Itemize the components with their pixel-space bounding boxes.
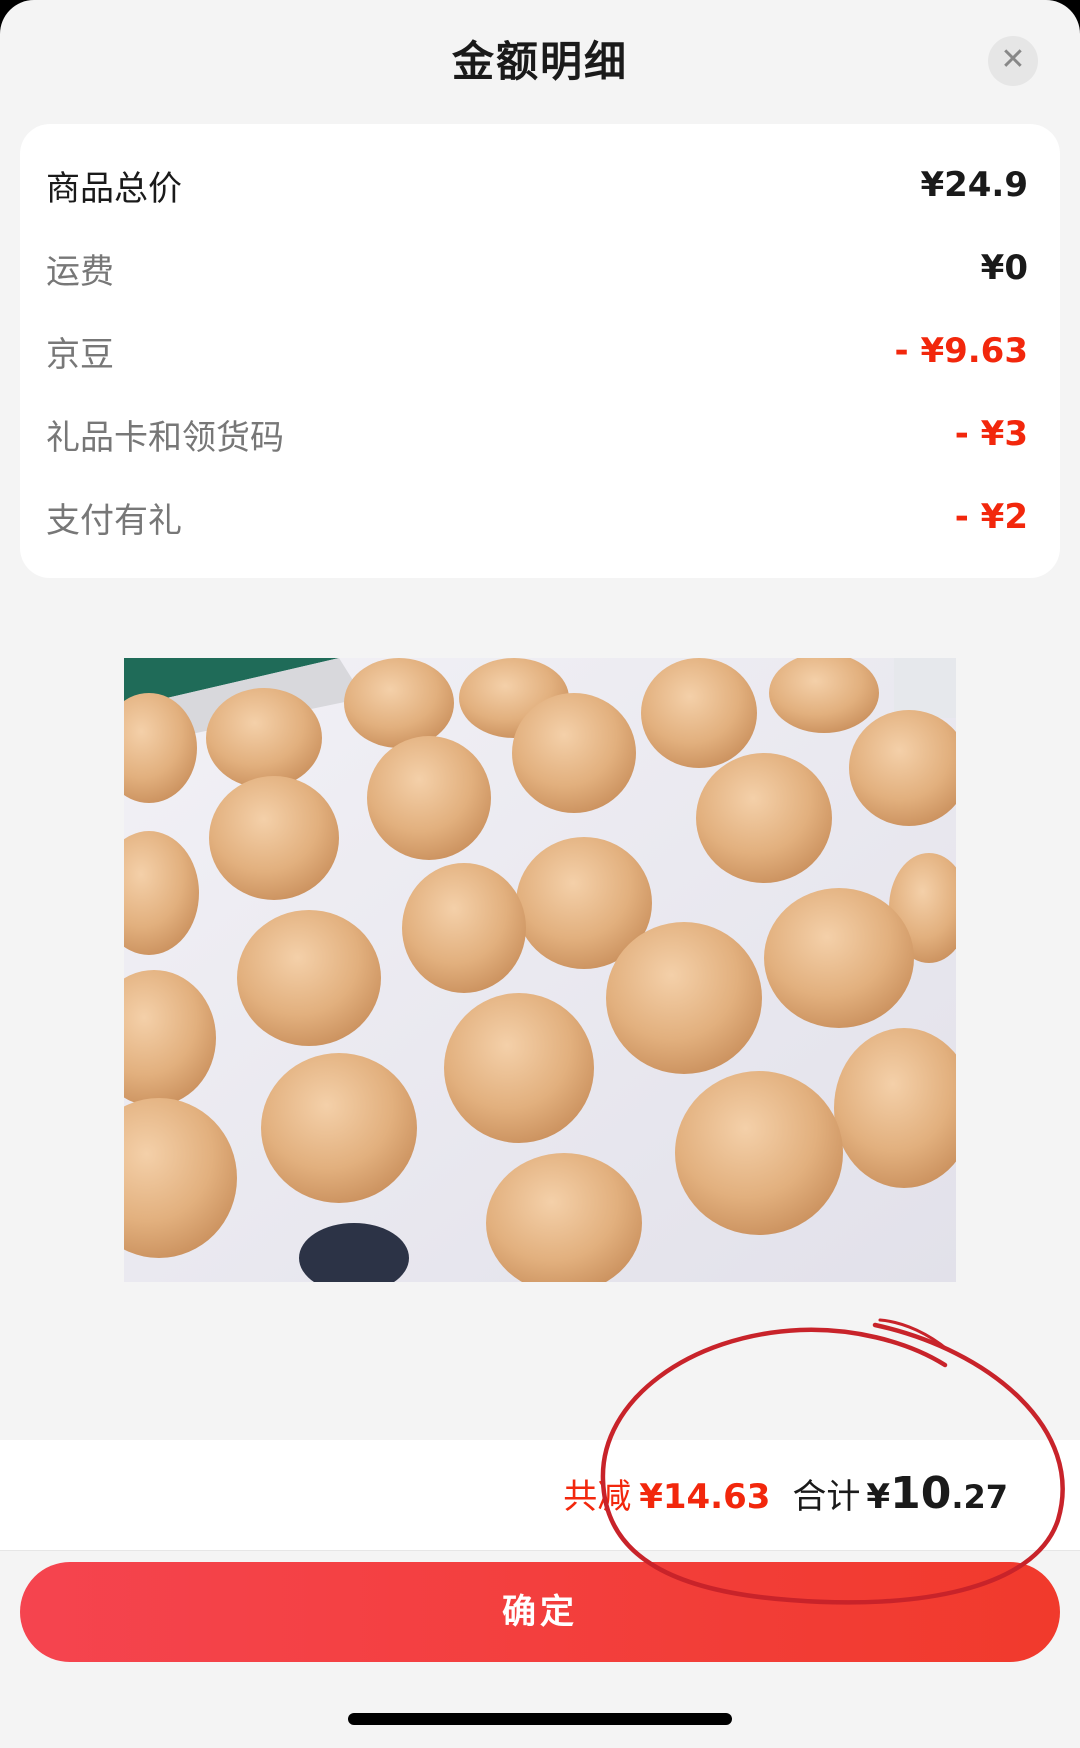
breakdown-label: 运费: [46, 251, 114, 292]
dialog-title: 金额明细: [451, 37, 628, 86]
summary-bar: 共减 ¥14.63 合计 ¥ 10 .27: [0, 1440, 1080, 1551]
amount-detail-sheet: 金额明细 ✕ 商品总价 ¥24.9 运费 ¥0 京豆 - ¥9.63 礼品卡和领…: [0, 0, 1080, 1748]
breakdown-amount: - ¥3: [954, 414, 1028, 454]
total-saved-amount: ¥14.63: [639, 1477, 771, 1517]
total-amount-integer: 10: [890, 1468, 952, 1519]
price-summary: 共减 ¥14.63 合计 ¥ 10 .27: [563, 1468, 1008, 1519]
breakdown-label: 京豆: [46, 334, 114, 375]
total-label: 合计: [792, 1477, 861, 1517]
breakdown-label: 支付有礼: [46, 500, 182, 541]
breakdown-label: 商品总价: [46, 168, 182, 209]
breakdown-row-shipping: 运费 ¥0: [46, 243, 1028, 293]
breakdown-label: 礼品卡和领货码: [46, 417, 284, 458]
home-indicator: [348, 1713, 732, 1725]
breakdown-amount: - ¥9.63: [894, 331, 1029, 371]
close-icon[interactable]: ✕: [988, 36, 1038, 86]
total-saved-label: 共减: [563, 1477, 632, 1517]
total-amount-decimal: .27: [951, 1478, 1008, 1516]
breakdown-row-subtotal: 商品总价 ¥24.9: [46, 160, 1028, 210]
total-currency-symbol: ¥: [866, 1477, 891, 1517]
breakdown-card: 商品总价 ¥24.9 运费 ¥0 京豆 - ¥9.63 礼品卡和领货码 - ¥3…: [20, 124, 1060, 578]
breakdown-row-payment-gift: 支付有礼 - ¥2: [46, 492, 1028, 542]
eggs-photo: [124, 658, 956, 1282]
breakdown-amount: - ¥2: [954, 497, 1028, 537]
confirm-button[interactable]: 确定: [20, 1562, 1060, 1662]
breakdown-row-jingdou: 京豆 - ¥9.63: [46, 326, 1028, 376]
breakdown-row-giftcard: 礼品卡和领货码 - ¥3: [46, 409, 1028, 459]
breakdown-amount: ¥24.9: [920, 165, 1028, 205]
breakdown-amount: ¥0: [980, 248, 1028, 288]
